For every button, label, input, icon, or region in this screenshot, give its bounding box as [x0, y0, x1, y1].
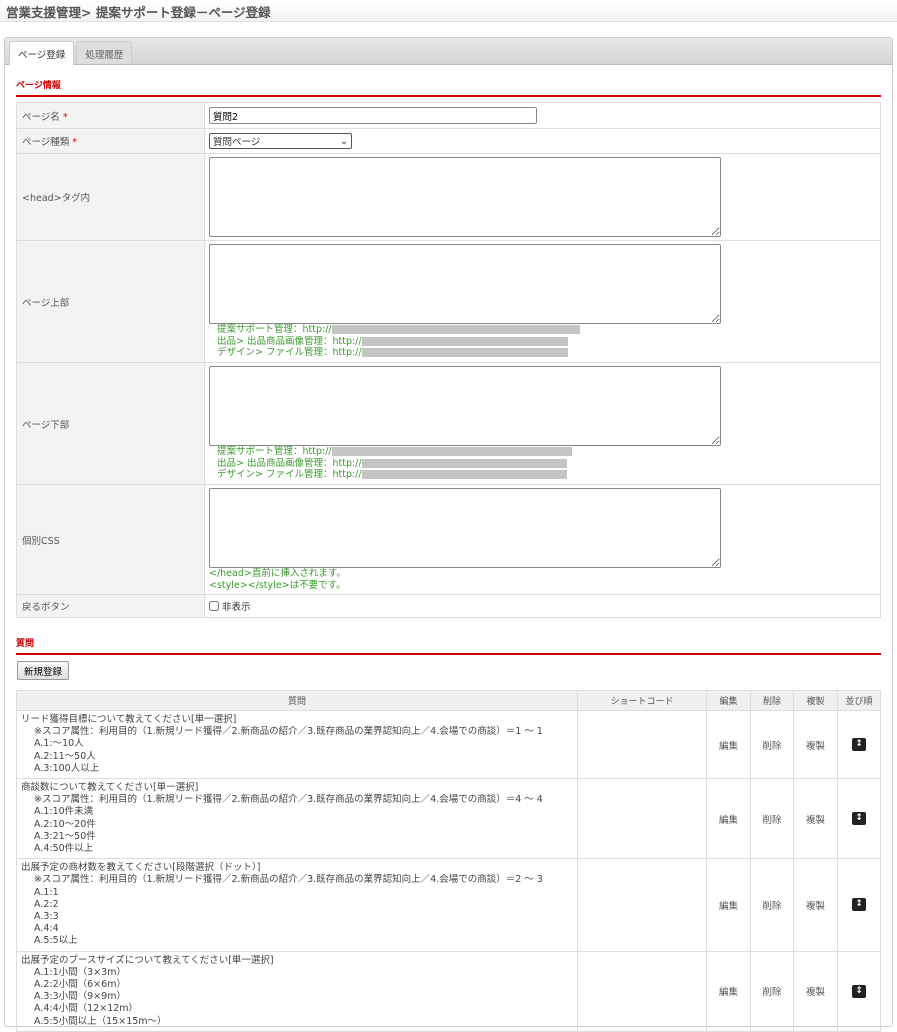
question-cell: 出展予定のブースサイズについて教えてください[単一選択] A.1:1小間（3×3m…	[16, 950, 578, 1032]
answer-option: A.3:3	[34, 911, 59, 923]
page-info-form: ページ名 * ページ種類 * 質問ページ ⌄ <head>タグ内 ページ上部 提案…	[16, 102, 881, 618]
score-attribute: ※スコア属性：利用目的（1.新規リード獲得／2.新商品の紹介／3.既存商品の業界…	[34, 874, 543, 886]
question-cell: 商談数について教えてください[単一選択] ※スコア属性：利用目的（1.新規リード獲…	[16, 778, 578, 860]
col-edit: 編集	[706, 690, 751, 711]
table-row: 商談数について教えてください[単一選択] ※スコア属性：利用目的（1.新規リード獲…	[16, 778, 881, 860]
question-title: リード獲得目標について教えてください[単一選択]	[21, 714, 237, 725]
sort-handle-icon[interactable]: ↕	[852, 738, 866, 751]
answer-option: A.2:2	[34, 898, 59, 910]
page-name-label: ページ名	[22, 111, 60, 123]
question-cell: リード獲得目標について教えてください[単一選択] ※スコア属性：利用目的（1.新規…	[16, 709, 578, 780]
copy-link[interactable]: 複製	[793, 858, 838, 952]
answer-option: A.1:10件未満	[34, 806, 94, 818]
page-type-value: 質問ページ	[213, 137, 261, 148]
col-question: 質問	[16, 690, 578, 711]
back-button-label: 戻るボタン	[16, 594, 205, 618]
page-top-label: ページ上部	[16, 240, 205, 363]
link-hint: デザイン> ファイル管理：http://	[209, 469, 876, 481]
required-mark: *	[72, 137, 78, 148]
col-sort: 並び順	[837, 690, 881, 711]
page-type-label: ページ種類	[22, 137, 70, 148]
questions-section-title: 質問	[16, 636, 881, 655]
page-top-textarea[interactable]	[209, 244, 721, 325]
answer-option: A.5:5以上	[34, 935, 78, 947]
question-title: 商談数について教えてください[単一選択]	[21, 782, 199, 794]
answer-option: A.2:10～20件	[34, 818, 96, 830]
question-title: 出展予定のブースサイズについて教えてください[単一選択]	[21, 954, 274, 966]
shortcode-cell	[577, 709, 707, 780]
answer-option: A.4:50件以上	[34, 843, 94, 855]
answer-option: A.5:5小間以上（15×15m～）	[34, 1015, 167, 1027]
chevron-down-icon: ⌄	[340, 135, 348, 147]
delete-link[interactable]: 削除	[750, 709, 794, 780]
answer-option: A.4:4	[34, 923, 59, 935]
link-hint: デザイン> ファイル管理：http://	[209, 347, 876, 359]
answer-option: A.3:21～50件	[34, 830, 96, 842]
page-bottom-textarea[interactable]	[209, 366, 721, 447]
score-attribute: ※スコア属性：利用目的（1.新規リード獲得／2.新商品の紹介／3.既存商品の業界…	[34, 794, 543, 806]
hide-back-button-checkbox[interactable]	[209, 601, 219, 611]
tab-page-register[interactable]: ページ登録	[9, 41, 75, 65]
table-row: リード獲得目標について教えてください[単一選択] ※スコア属性：利用目的（1.新規…	[16, 709, 881, 780]
answer-option: A.1:～10人	[34, 738, 84, 750]
table-row: 出展予定の商材数を教えてください[段階選択（ドット）] ※スコア属性：利用目的（1…	[16, 858, 881, 952]
answer-option: A.1:1小間（3×3m）	[34, 966, 126, 978]
css-textarea[interactable]	[209, 488, 721, 568]
question-cell: 出展予定の商材数を教えてください[段階選択（ドット）] ※スコア属性：利用目的（1…	[16, 858, 578, 952]
page-bottom-label: ページ下部	[16, 362, 205, 485]
answer-option: A.2:11～50人	[34, 750, 96, 762]
link-hint: 出品> 出品商品画像管理：http://	[209, 458, 876, 470]
col-shortcode: ショートコード	[577, 690, 707, 711]
shortcode-cell	[577, 858, 707, 952]
answer-option: A.1:1	[34, 886, 59, 898]
edit-link[interactable]: 編集	[706, 778, 751, 860]
question-title: 出展予定の商材数を教えてください[段階選択（ドット）]	[21, 862, 261, 874]
answer-option: A.3:3小間（9×9m）	[34, 991, 126, 1003]
page-type-select[interactable]: 質問ページ ⌄	[209, 133, 352, 149]
copy-link[interactable]: 複製	[793, 778, 838, 860]
copy-link[interactable]: 複製	[793, 950, 838, 1032]
tab-bar: ページ登録 処理履歴	[5, 38, 892, 65]
link-hint: 出品> 出品商品画像管理：http://	[209, 336, 876, 348]
css-hint: <style></style>は不要です。	[209, 579, 346, 591]
tab-history[interactable]: 処理履歴	[76, 41, 133, 64]
main-panel: ページ登録 処理履歴 ページ情報 ページ名 * ページ種類 * 質問ページ ⌄ <…	[4, 37, 893, 1032]
css-label: 個別CSS	[16, 484, 205, 595]
score-attribute: ※スコア属性：利用目的（1.新規リード獲得／2.新商品の紹介／3.既存商品の業界…	[34, 726, 543, 738]
edit-link[interactable]: 編集	[706, 709, 751, 780]
hide-label: 非表示	[222, 602, 251, 613]
answer-option: A.4:4小間（12×12m）	[34, 1003, 139, 1015]
page-header: 営業支援管理> 提案サポート登録－ページ登録	[0, 0, 897, 22]
sort-handle-icon[interactable]: ↕	[852, 898, 866, 912]
delete-link[interactable]: 削除	[750, 858, 794, 952]
edit-link[interactable]: 編集	[706, 950, 751, 1032]
answer-option: A.3:100人以上	[34, 762, 100, 774]
edit-link[interactable]: 編集	[706, 858, 751, 952]
questions-table: 質問 ショートコード 編集 削除 複製 並び順 リード獲得目標について教えてくだ…	[16, 690, 881, 1032]
table-row: 出展予定のブースサイズについて教えてください[単一選択] A.1:1小間（3×3m…	[16, 950, 881, 1032]
copy-link[interactable]: 複製	[793, 709, 838, 780]
link-hint: 提案サポート管理：http://	[209, 446, 876, 458]
page-info-section-title: ページ情報	[16, 78, 881, 97]
col-delete: 削除	[750, 690, 794, 711]
sort-handle-icon[interactable]: ↕	[852, 984, 866, 998]
new-question-button[interactable]: 新規登録	[17, 661, 70, 680]
shortcode-cell	[577, 778, 707, 860]
shortcode-cell	[577, 950, 707, 1032]
delete-link[interactable]: 削除	[750, 950, 794, 1032]
head-tag-label: <head>タグ内	[16, 153, 205, 241]
page-name-input[interactable]	[209, 107, 537, 124]
link-hint: 提案サポート管理：http://	[209, 324, 876, 336]
required-mark: *	[62, 111, 68, 123]
css-hint: </head>直前に挿入されます。	[209, 568, 346, 579]
answer-option: A.2:2小間（6×6m）	[34, 979, 126, 991]
col-copy: 複製	[793, 690, 838, 711]
head-tag-textarea[interactable]	[209, 157, 721, 237]
delete-link[interactable]: 削除	[750, 778, 794, 860]
sort-handle-icon[interactable]: ↕	[852, 812, 866, 826]
